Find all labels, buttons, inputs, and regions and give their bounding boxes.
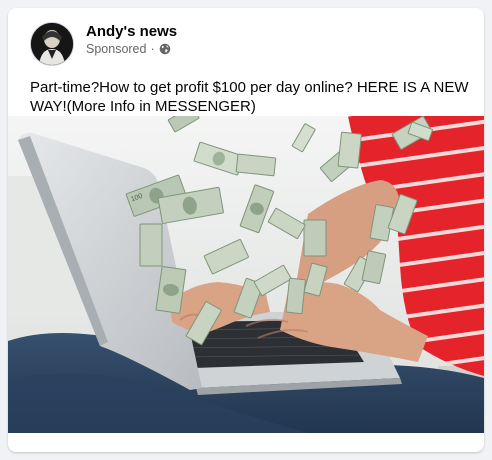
meta-separator: · (150, 42, 155, 56)
post-meta: Sponsored · (86, 42, 171, 56)
post-text: Part-time?How to get profit $100 per day… (30, 79, 469, 115)
laptop-money-photo: 100 (8, 116, 484, 433)
page-name[interactable]: Andy's news (86, 23, 177, 40)
globe-icon[interactable] (159, 43, 171, 55)
page-avatar[interactable] (30, 22, 74, 66)
avatar-image (31, 23, 73, 65)
post-header: Andy's news Sponsored · (8, 8, 484, 72)
sponsored-post-card: Andy's news Sponsored · Part-time?How to… (8, 8, 484, 452)
sponsored-label[interactable]: Sponsored (86, 42, 146, 56)
post-image[interactable]: 100 (8, 116, 484, 433)
